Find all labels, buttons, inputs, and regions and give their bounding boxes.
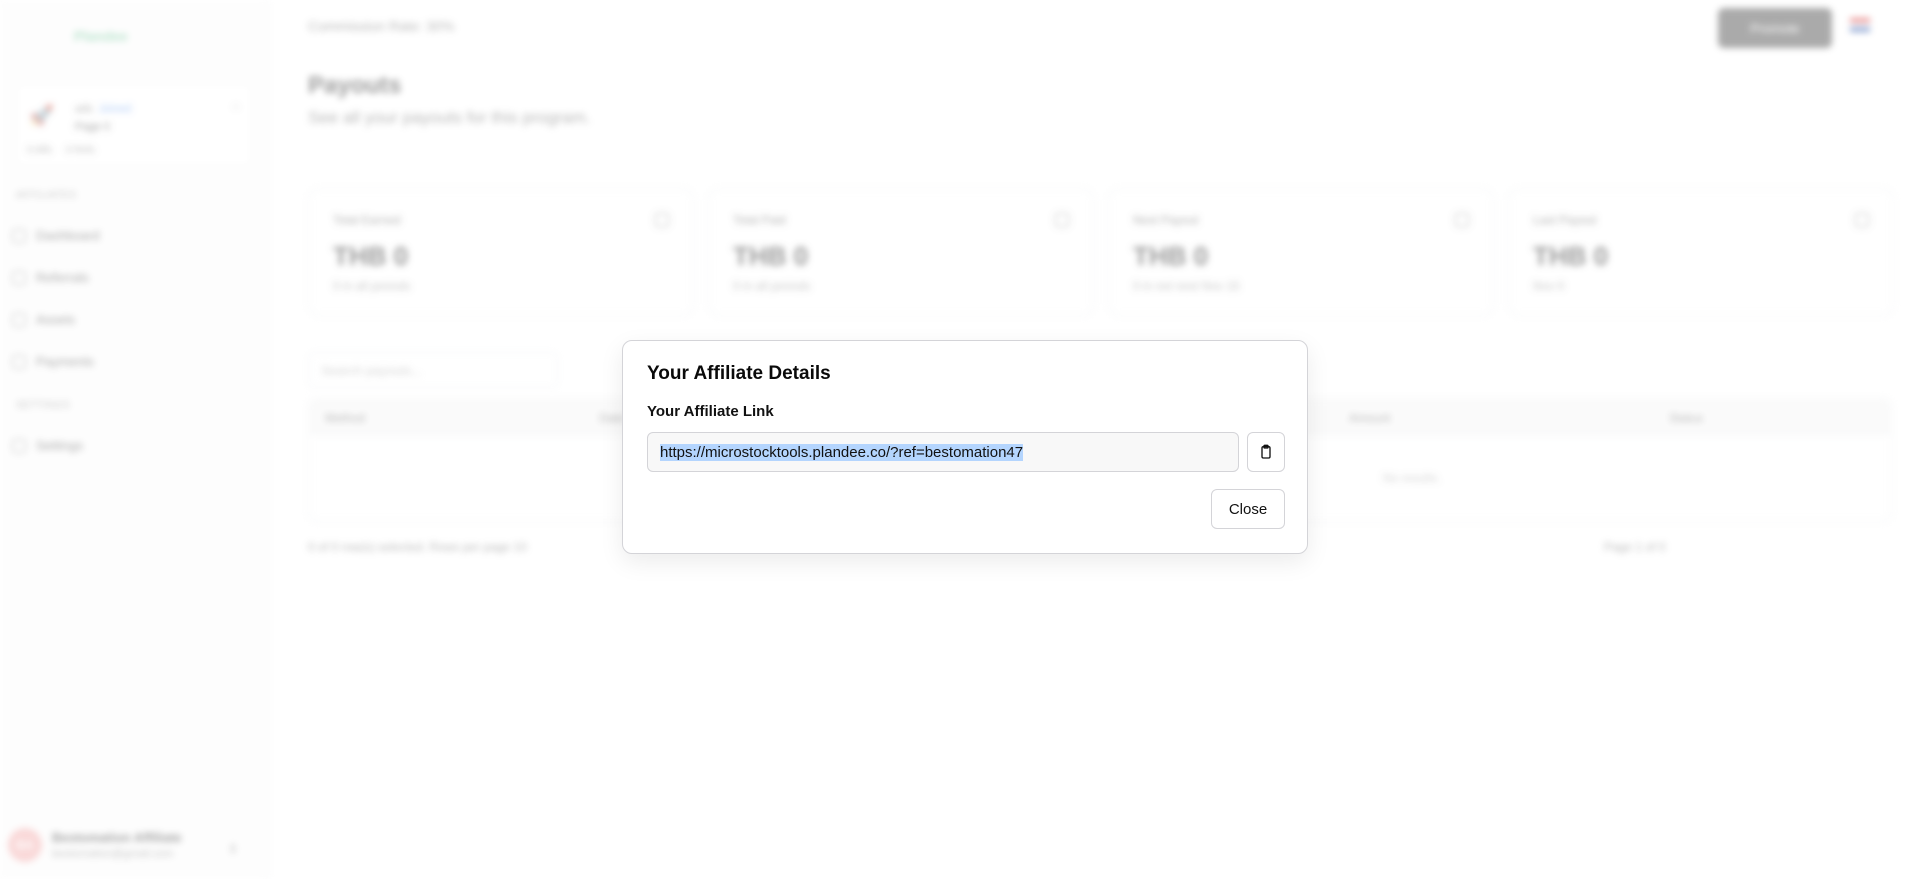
affiliate-link-label: Your Affiliate Link [647, 403, 774, 420]
affiliate-link-text: https://microstocktools.plandee.co/?ref=… [660, 443, 1024, 461]
dialog-title: Your Affiliate Details [647, 363, 831, 384]
affiliate-link-field[interactable]: https://microstocktools.plandee.co/?ref=… [647, 432, 1239, 472]
affiliate-details-dialog: Your Affiliate Details Your Affiliate Li… [622, 340, 1308, 554]
close-button[interactable]: Close [1211, 489, 1285, 529]
clipboard-icon [1261, 444, 1271, 459]
copy-link-button[interactable] [1247, 432, 1285, 472]
